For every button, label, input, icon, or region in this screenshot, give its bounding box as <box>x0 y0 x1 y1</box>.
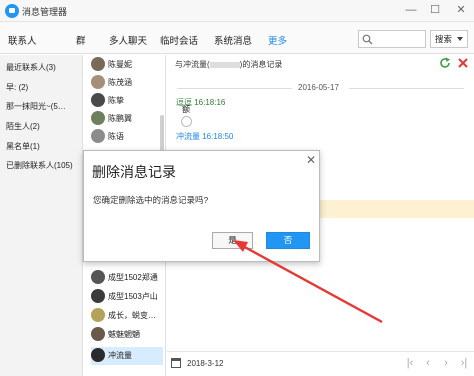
contact-group-list: 最近联系人(3) 早: (2) 那一抹阳光~(5… 陌生人(2) 黑名单(1) … <box>0 55 83 376</box>
avatar <box>91 93 105 107</box>
first-page-icon[interactable]: |‹ <box>403 356 417 370</box>
conversation-title-prefix: 与冲流量( <box>175 60 210 69</box>
avatar <box>91 270 105 284</box>
chevron-down-icon <box>457 37 463 41</box>
contact-name: 陈茂涵 <box>108 78 132 87</box>
next-page-icon[interactable]: › <box>439 356 453 370</box>
prev-page-icon[interactable]: ‹ <box>421 356 435 370</box>
app-icon <box>5 4 19 18</box>
conversation-title-suffix: )的消息记录 <box>239 60 283 69</box>
contact-name: 陈曼妮 <box>108 60 132 69</box>
close-icon[interactable]: ✕ <box>304 153 318 167</box>
list-item[interactable]: 成型1503卢山 <box>91 288 163 306</box>
search-input[interactable] <box>358 30 426 48</box>
date-separator: 2016-05-17 <box>167 83 474 93</box>
maximize-button[interactable]: ☐ <box>426 2 444 18</box>
tab-temp-chat[interactable]: 临时会话 <box>160 33 198 47</box>
contact-name: 冲流量 <box>108 351 132 360</box>
contact-name: 成长，蜕变… <box>108 311 156 320</box>
date-label: 2016-05-17 <box>298 83 339 92</box>
group-zao[interactable]: 早: (2) <box>6 82 28 93</box>
bottom-bar: 2018-3-12 |‹ ‹ › ›| <box>167 351 474 376</box>
message-body: 额 <box>182 105 190 114</box>
group-deleted[interactable]: 已删除联系人(105) <box>6 160 73 171</box>
window-title: 消息管理器 <box>22 7 68 17</box>
list-item[interactable]: 陈语 <box>91 128 163 146</box>
list-item[interactable]: 成型1502郑通 <box>91 269 163 287</box>
avatar <box>91 348 105 362</box>
divider <box>349 88 464 89</box>
divider <box>177 88 292 89</box>
title-bar: 消息管理器 — ☐ ✕ <box>0 0 474 22</box>
close-button[interactable]: ✕ <box>452 2 470 18</box>
group-sunshine[interactable]: 那一抹阳光~(5… <box>6 101 66 112</box>
avatar <box>91 111 105 125</box>
tab-bar: 联系人 群 多人聊天 临时会话 系统消息 更多 搜索 <box>0 22 474 54</box>
list-item[interactable]: 成长，蜕变… <box>91 307 163 325</box>
delete-dialog: 删除消息记录 ✕ 您确定删除选中的消息记录吗? 是 否 <box>83 150 320 262</box>
search-dropdown[interactable]: 搜索 <box>430 30 468 48</box>
date-picker-value[interactable]: 2018-3-12 <box>187 359 223 368</box>
avatar <box>91 75 105 89</box>
dialog-message: 您确定删除选中的消息记录吗? <box>93 195 209 205</box>
search-dropdown-label: 搜索 <box>435 34 453 44</box>
redacted-id <box>209 61 240 68</box>
contact-name: 陈挚 <box>108 96 124 105</box>
last-page-icon[interactable]: ›| <box>457 356 471 370</box>
delete-icon[interactable] <box>457 57 469 69</box>
list-item[interactable]: 陈曼妮 <box>91 56 163 74</box>
list-item[interactable]: 陈鹏翼 <box>91 110 163 128</box>
avatar <box>91 57 105 71</box>
avatar <box>91 129 105 143</box>
group-blacklist[interactable]: 黑名单(1) <box>6 141 40 152</box>
minimize-button[interactable]: — <box>402 2 420 18</box>
list-item-selected[interactable]: 冲流量 <box>91 347 163 365</box>
tab-system-messages[interactable]: 系统消息 <box>214 33 252 47</box>
contact-name: 陈语 <box>108 132 124 141</box>
list-item[interactable]: 陈挚 <box>91 92 163 110</box>
list-item[interactable]: 魃魅魍魉 <box>91 326 163 344</box>
no-button[interactable]: 否 <box>266 232 310 249</box>
emoji-icon <box>181 116 192 127</box>
tab-groups[interactable]: 群 <box>76 33 86 47</box>
yes-button[interactable]: 是 <box>212 232 253 249</box>
group-strangers[interactable]: 陌生人(2) <box>6 121 40 132</box>
calendar-icon[interactable] <box>171 358 181 368</box>
contact-name: 成型1502郑通 <box>108 273 158 282</box>
search-icon <box>362 34 373 45</box>
avatar <box>91 308 105 322</box>
contact-name: 魃魅魍魉 <box>108 330 140 339</box>
refresh-icon[interactable] <box>439 57 451 69</box>
avatar <box>91 289 105 303</box>
list-item[interactable]: 陈茂涵 <box>91 74 163 92</box>
message-header: 冲流量 16:18:50 <box>176 132 234 141</box>
tab-more[interactable]: 更多 <box>268 33 287 47</box>
contact-list-scrollbar[interactable] <box>160 115 164 155</box>
dialog-title: 删除消息记录 <box>92 164 176 180</box>
avatar <box>91 327 105 341</box>
conversation-title: 与冲流量( )的消息记录 <box>175 59 282 70</box>
contact-name: 成型1503卢山 <box>108 292 158 301</box>
contact-name: 陈鹏翼 <box>108 114 132 123</box>
tab-group-chat[interactable]: 多人聊天 <box>109 33 147 47</box>
group-recent[interactable]: 最近联系人(3) <box>6 62 56 73</box>
tab-contacts[interactable]: 联系人 <box>8 33 37 47</box>
